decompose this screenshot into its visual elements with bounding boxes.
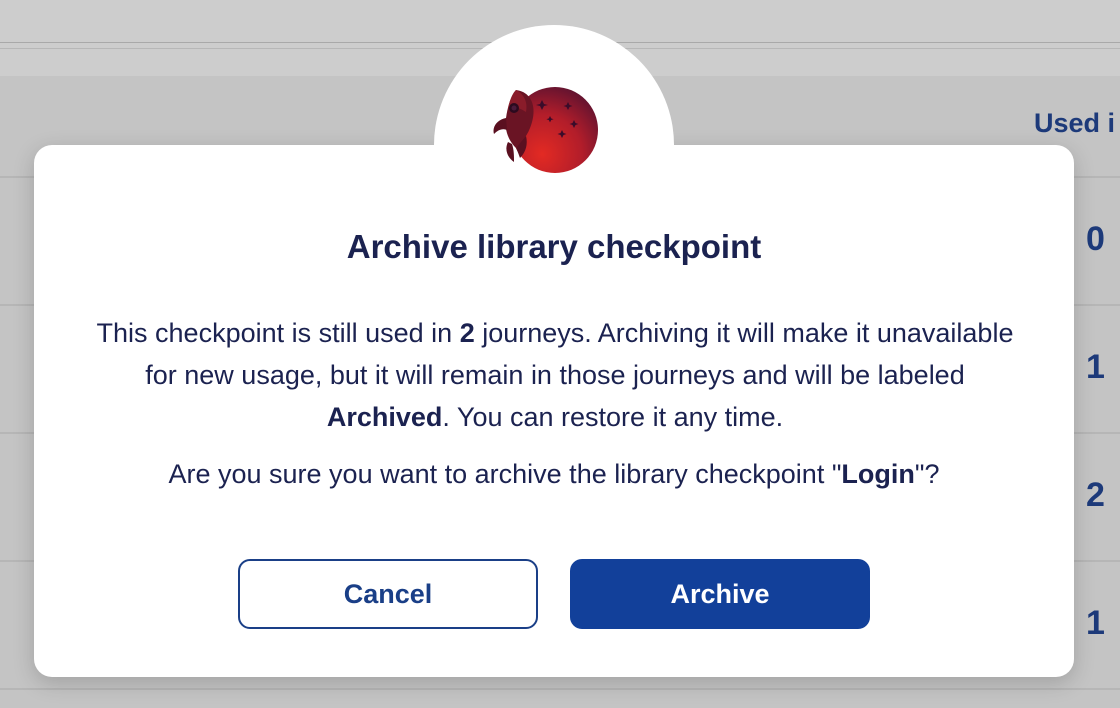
table-column-header-used-in: Used i <box>1034 108 1116 138</box>
rocket-planet-logo-icon <box>493 87 598 173</box>
table-row-divider <box>0 688 1120 690</box>
checkpoint-name: Login <box>841 459 915 489</box>
message-text: This checkpoint is still used in <box>96 318 460 348</box>
cancel-button[interactable]: Cancel <box>238 559 538 629</box>
question-text: "? <box>914 459 940 489</box>
message-text: . You can restore it any time. <box>442 402 784 432</box>
archived-label: Archived <box>326 402 443 432</box>
dialog-message: This checkpoint is still used in 2 journ… <box>80 312 1030 438</box>
table-cell-used-in: 1 <box>1086 604 1105 642</box>
table-cell-used-in: 1 <box>1086 348 1105 386</box>
table-cell-used-in: 0 <box>1086 220 1105 258</box>
dialog-confirmation-question: Are you sure you want to archive the lib… <box>34 455 1074 493</box>
journey-count: 2 <box>459 318 475 348</box>
table-cell-used-in: 2 <box>1086 476 1105 514</box>
dialog-title: Archive library checkpoint <box>346 228 762 265</box>
question-text: Are you sure you want to archive the lib… <box>168 459 842 489</box>
archive-button[interactable]: Archive <box>570 559 870 629</box>
